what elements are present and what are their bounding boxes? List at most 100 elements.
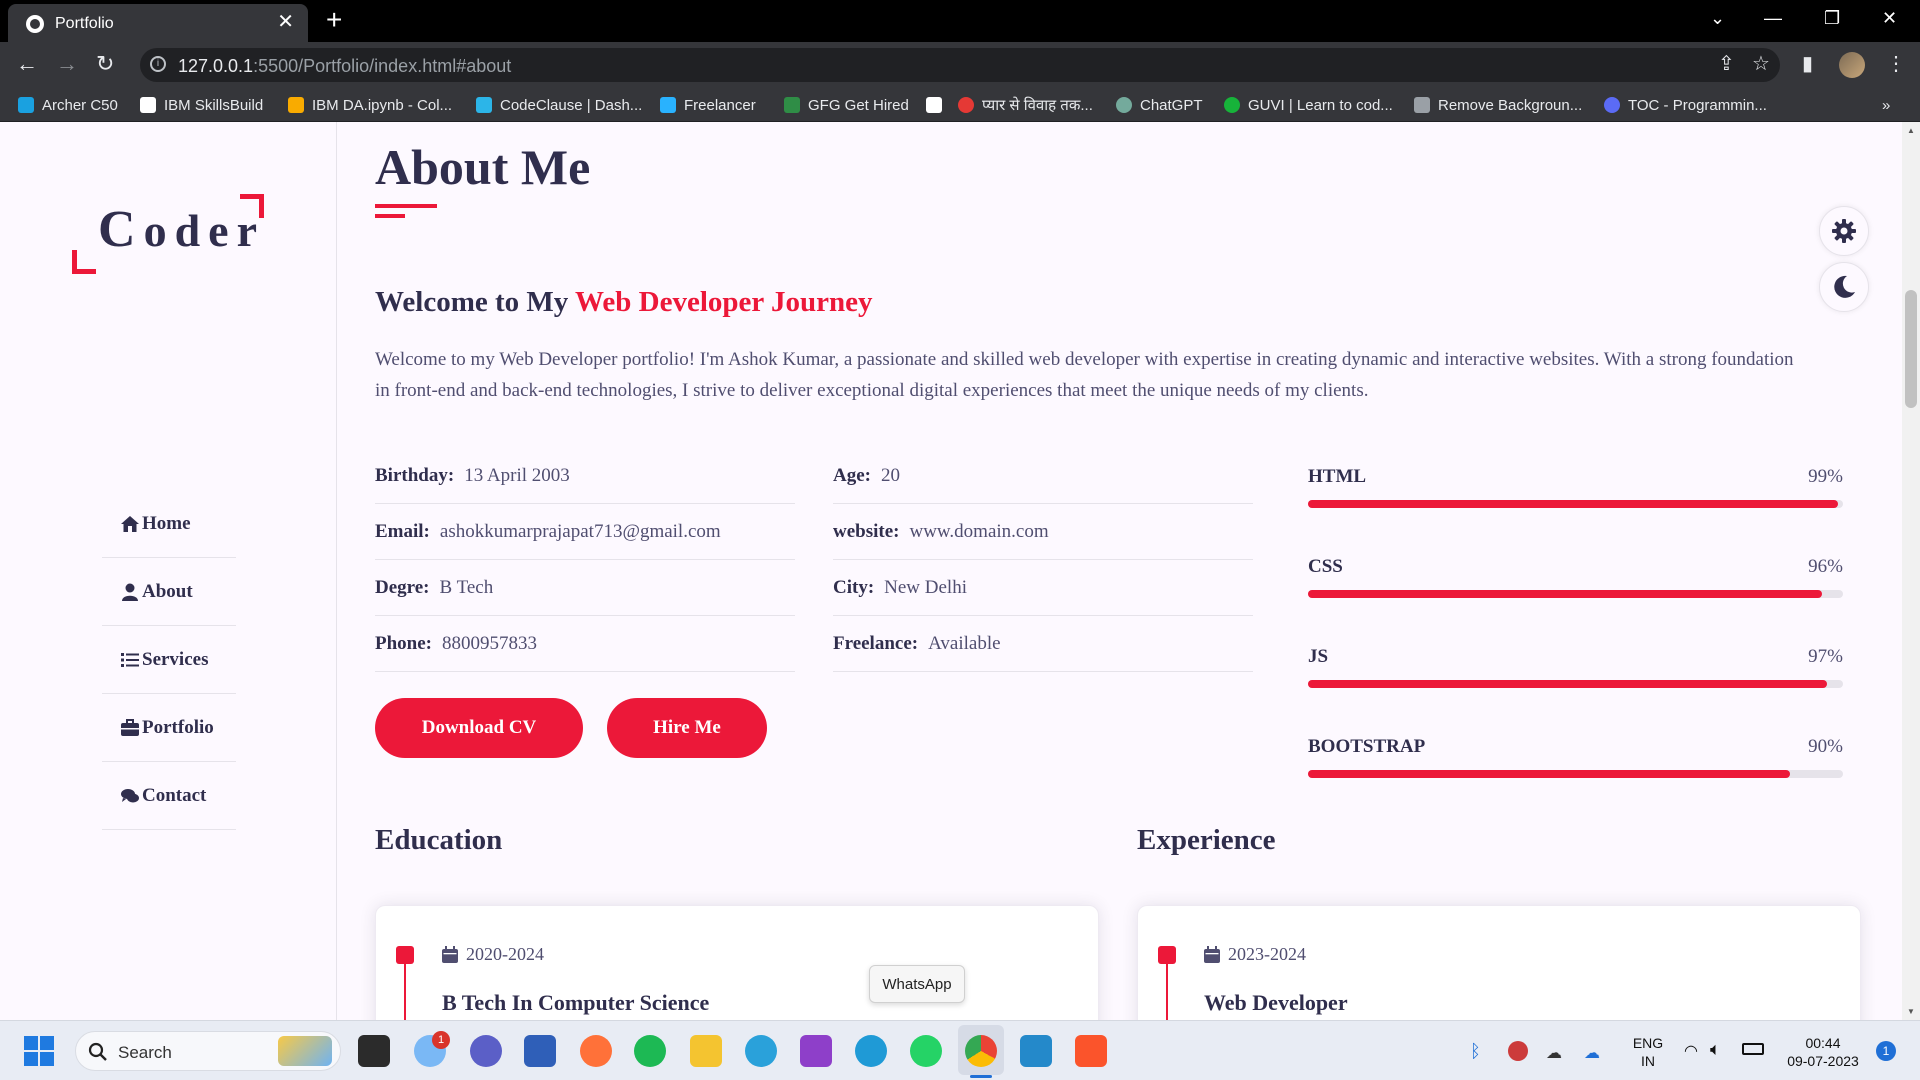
experience-card: 2023-2024 Web Developer [1137,905,1861,1020]
info-row: Email: ashokkumarprajapat713@gmail.com [375,504,795,560]
back-icon[interactable]: ← [16,52,38,76]
restore-icon[interactable]: ❐ [1824,8,1840,29]
info-row: Degre: B Tech [375,560,795,616]
intro-paragraph: Welcome to my Web Developer portfolio! I… [375,349,1794,401]
teams-chat-icon[interactable] [470,1035,502,1067]
address-bar[interactable]: i 127.0.0.1:5500/Portfolio/index.html#ab… [140,48,1780,82]
nav-item-home[interactable]: Home [102,490,236,558]
cloud-icon[interactable]: ☁ [1546,1043,1562,1063]
bookmark-icon [926,97,942,113]
nav-label: Home [142,512,191,534]
title-underline [375,204,437,208]
heart-icon [958,97,974,113]
scroll-down-icon[interactable]: ▼ [1907,1007,1915,1016]
bookmark-item[interactable] [926,95,950,115]
nav-item-portfolio[interactable]: Portfolio [102,694,236,762]
logo-text: Coder [98,201,265,258]
skill-name: HTML [1308,466,1367,487]
skill-progress-track [1308,590,1843,598]
globe-icon [26,15,44,33]
more-bookmarks-button[interactable]: » [1882,95,1890,115]
bookmark-icon [140,97,156,113]
nav-item-about[interactable]: About [102,558,236,626]
site-info-icon[interactable]: i [150,56,166,72]
bookmark-item[interactable]: Archer C50 [18,95,118,115]
browser-tab[interactable]: Portfolio ✕ [8,4,308,42]
forward-icon[interactable]: → [56,52,78,76]
clock[interactable]: 00:44 09-07-2023 [1778,1034,1868,1070]
firefox-icon[interactable] [580,1035,612,1067]
chrome-icon[interactable] [965,1035,997,1067]
edge-icon[interactable] [855,1035,887,1067]
language-indicator[interactable]: ENG IN [1628,1034,1668,1070]
onedrive-icon[interactable]: ☁ [1584,1043,1600,1063]
page-scrollbar[interactable]: ▲ ▼ [1902,122,1920,1020]
browser-tab-bar: Portfolio ✕ + ⌄ — ❐ ✕ [0,0,1920,42]
experience-title: Experience [1137,824,1276,856]
task-view-icon[interactable] [358,1035,390,1067]
logo[interactable]: Coder [72,194,264,274]
taskbar-search[interactable]: Search [75,1031,341,1071]
bookmark-item[interactable]: TOC - Programmin... [1604,95,1767,115]
close-tab-icon[interactable]: ✕ [277,12,294,32]
telegram-icon[interactable] [745,1035,777,1067]
minimize-icon[interactable]: — [1764,8,1782,29]
bookmark-item[interactable]: GUVI | Learn to cod... [1224,95,1393,115]
reload-icon[interactable]: ↻ [96,52,114,76]
scroll-up-icon[interactable]: ▲ [1907,126,1915,135]
bookmark-item[interactable]: Remove Backgroun... [1414,95,1582,115]
comments-icon [121,788,139,802]
info-row: Birthday: 13 April 2003 [375,448,795,504]
volume-icon[interactable]: 🔈︎ [1710,1039,1721,1060]
bookmark-icon [1224,97,1240,113]
bookmark-item[interactable]: GFG Get Hired [784,95,909,115]
style-switcher-toggle[interactable] [1819,206,1869,256]
download-cv-button[interactable]: Download CV [375,698,583,758]
nav-item-services[interactable]: Services [102,626,236,694]
hire-me-button[interactable]: Hire Me [607,698,767,758]
new-tab-button[interactable]: + [326,6,342,34]
battery-icon[interactable] [1742,1043,1764,1055]
bookmark-item[interactable]: IBM DA.ipynb - Col... [288,95,452,115]
spotify-icon[interactable] [634,1035,666,1067]
bookmark-star-icon[interactable]: ☆ [1752,53,1770,75]
nav-item-contact[interactable]: Contact [102,762,236,830]
taskbar-tooltip: WhatsApp [869,965,965,1003]
info-row: Age: 20 [833,448,1253,504]
skill-item: BOOTSTRAP 90% [1308,732,1843,822]
bookmark-item[interactable]: Freelancer [660,95,756,115]
skill-percent: 96% [1808,556,1843,577]
personal-info-left: Birthday: 13 April 2003 Email: ashokkumarp… [375,448,795,672]
whatsapp-icon[interactable] [910,1035,942,1067]
education-title: Education [375,824,503,856]
wifi-icon[interactable]: ◠ [1684,1041,1698,1061]
notification-center-badge[interactable]: 1 [1876,1041,1896,1061]
side-panel-icon[interactable]: ▮ [1802,53,1813,75]
bookmark-item[interactable]: ChatGPT [1116,95,1203,115]
store-icon[interactable] [524,1035,556,1067]
menu-icon[interactable]: ⋮ [1886,53,1906,75]
taskbar: Search 1 ᛒ ☁ ☁ ENG IN ◠ 🔈︎ 00:44 09-07-202… [0,1020,1920,1080]
bluetooth-icon[interactable]: ᛒ [1470,1041,1481,1062]
profile-avatar[interactable] [1839,52,1865,78]
share-icon[interactable]: ⇪ [1718,53,1735,75]
vscode-icon[interactable] [1020,1035,1052,1067]
file-explorer-icon[interactable] [690,1035,722,1067]
bookmark-item[interactable]: IBM SkillsBuild [140,95,263,115]
skill-item: HTML 99% [1308,462,1843,552]
moon-icon [1834,275,1855,298]
bookmark-icon [288,97,304,113]
tray-app-icon[interactable] [1508,1041,1528,1061]
scrollbar-thumb[interactable] [1905,290,1917,408]
clipchamp-icon[interactable] [800,1035,832,1067]
bookmark-item[interactable]: प्यार से विवाह तक... [958,95,1093,115]
dark-mode-toggle[interactable] [1819,262,1869,312]
bookmark-icon [476,97,492,113]
tab-search-icon[interactable]: ⌄ [1710,8,1725,29]
bookmark-icon [784,97,800,113]
notification-badge: 1 [432,1031,450,1049]
brave-icon[interactable] [1075,1035,1107,1067]
bookmark-item[interactable]: CodeClause | Dash... [476,95,642,115]
close-window-icon[interactable]: ✕ [1882,8,1897,29]
windows-start-icon[interactable] [24,1036,54,1066]
